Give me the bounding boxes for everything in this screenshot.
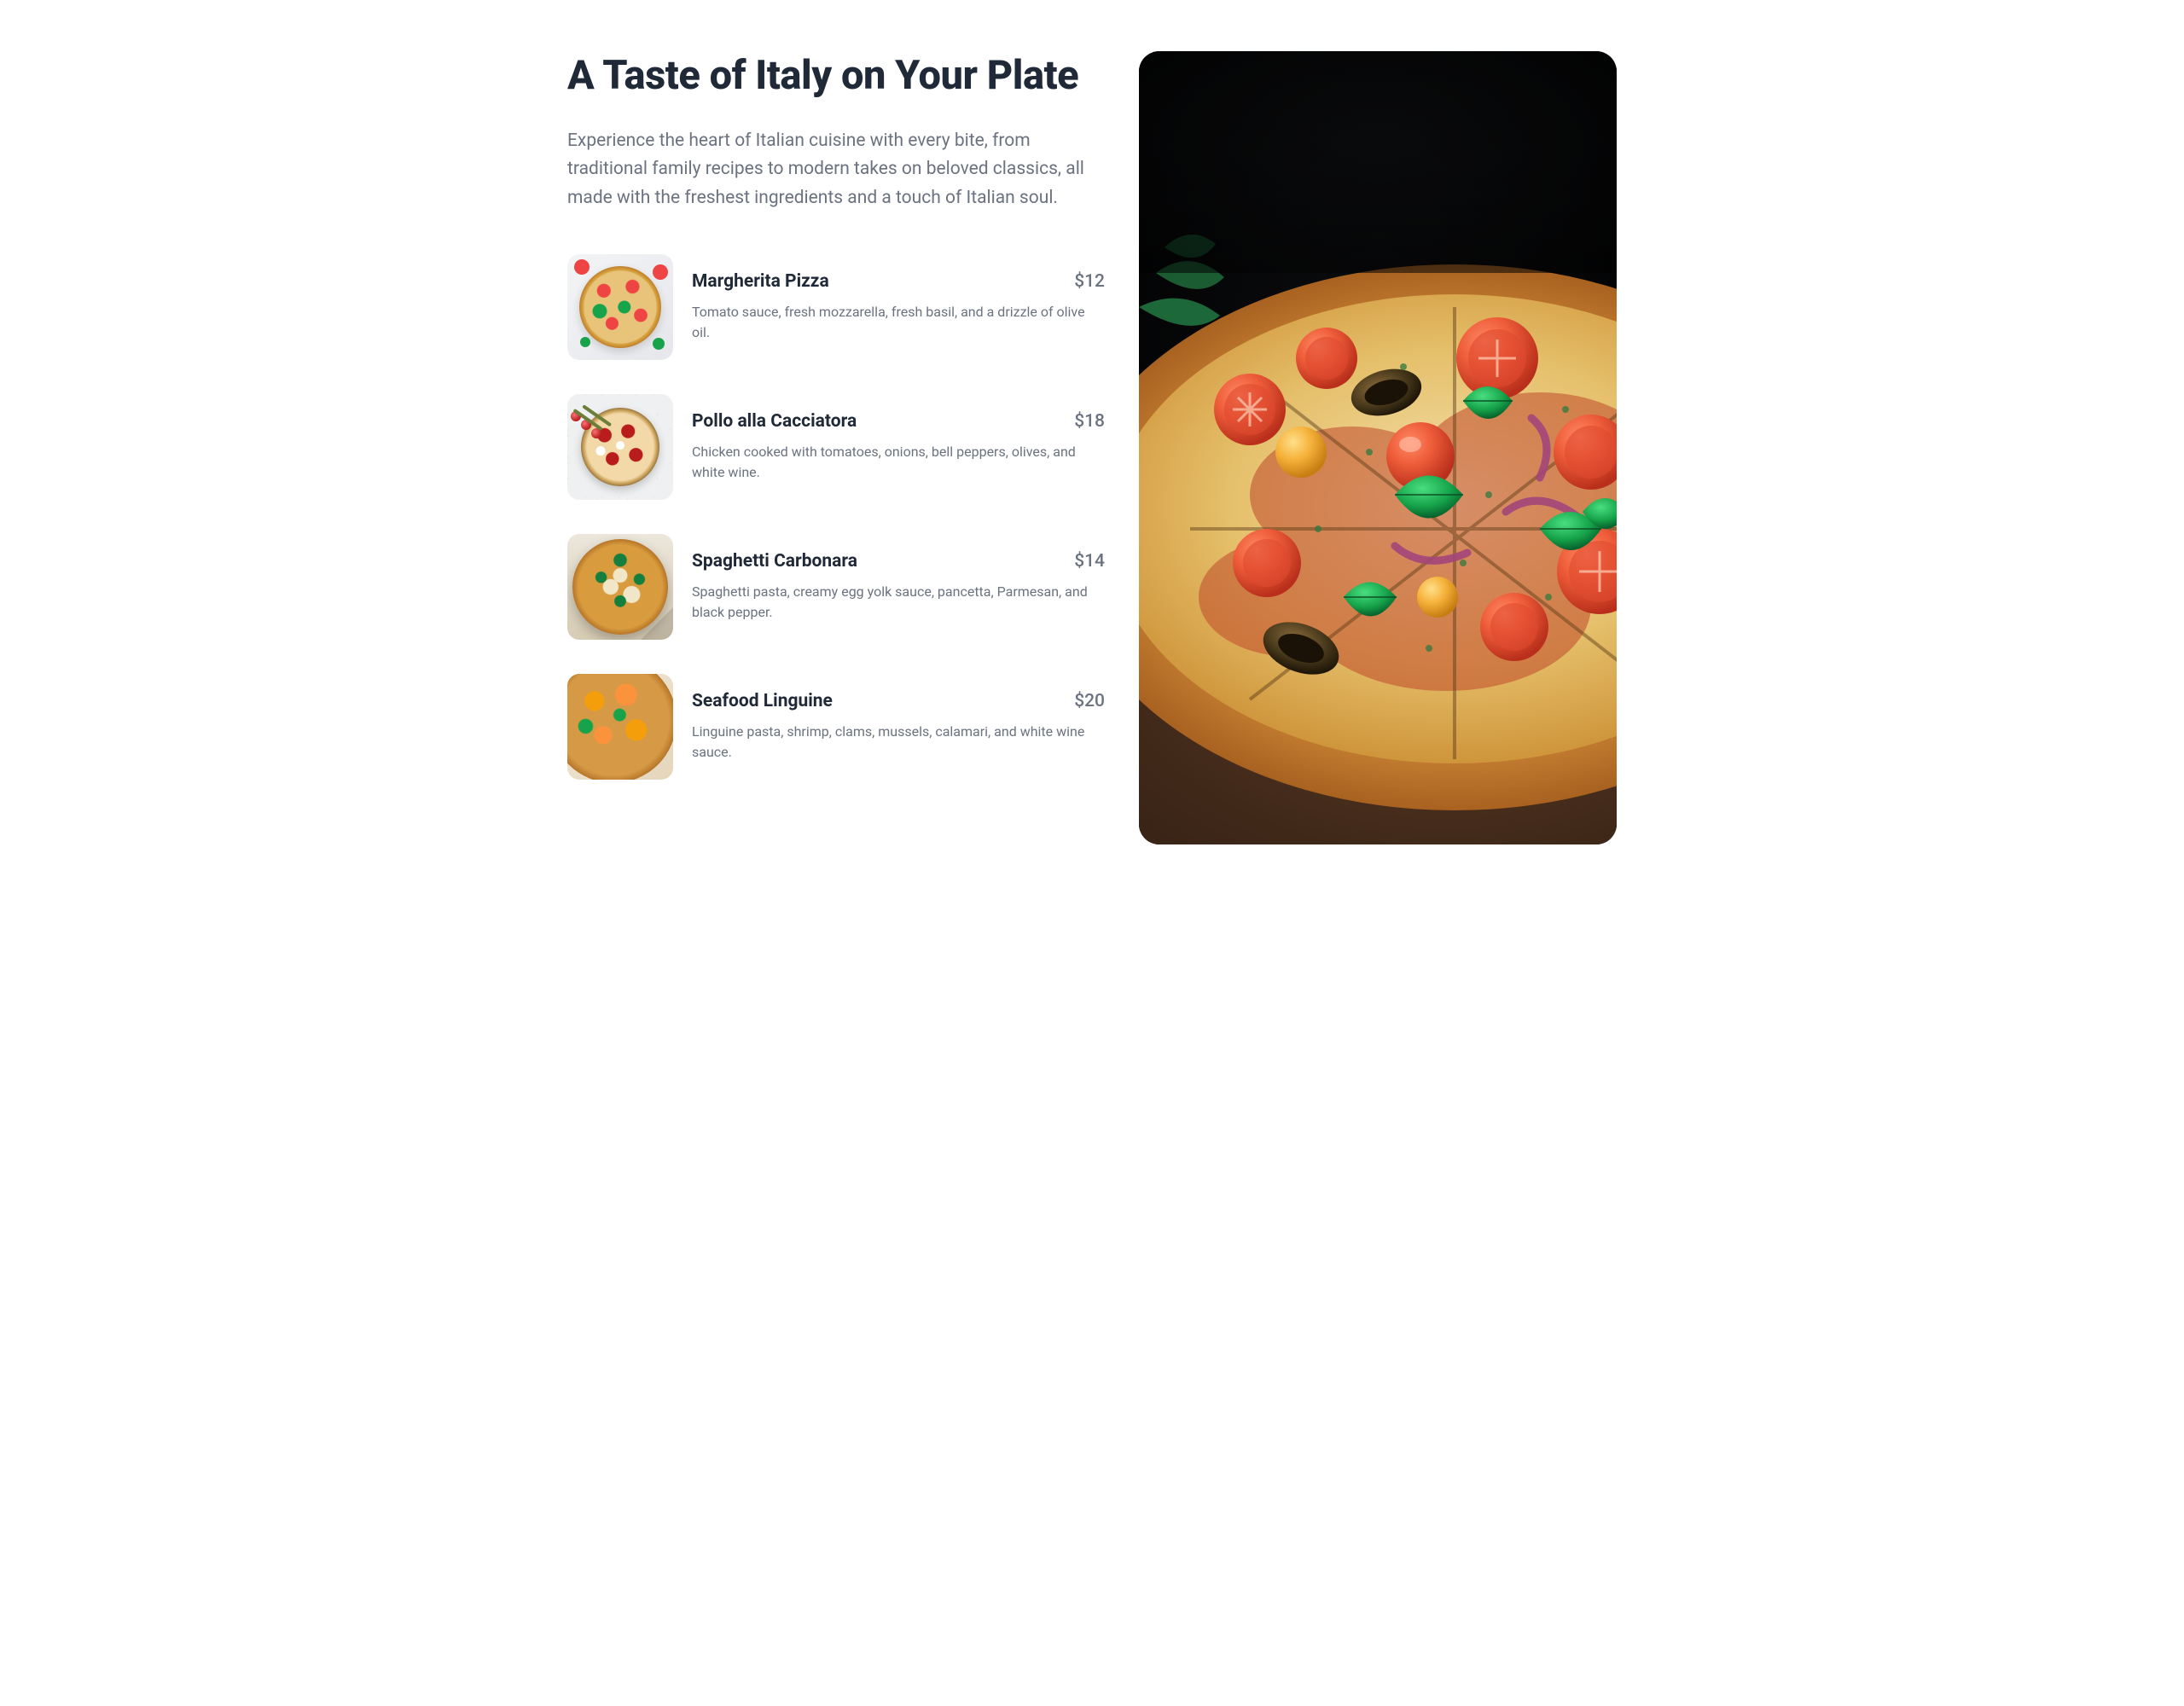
menu-item-header: Seafood Linguine $20 <box>692 691 1105 711</box>
hero-subtitle: Experience the heart of Italian cuisine … <box>567 127 1105 213</box>
dish-description: Spaghetti pasta, creamy egg yolk sauce, … <box>692 582 1105 623</box>
hero-title: A Taste of Italy on Your Plate <box>567 51 1105 102</box>
menu-item-body: Seafood Linguine $20 Linguine pasta, shr… <box>692 674 1105 763</box>
menu-item-body: Spaghetti Carbonara $14 Spaghetti pasta,… <box>692 534 1105 623</box>
menu-item-body: Pollo alla Cacciatora $18 Chicken cooked… <box>692 394 1105 483</box>
dish-price: $14 <box>1074 551 1105 572</box>
left-column: A Taste of Italy on Your Plate Experienc… <box>567 51 1105 844</box>
menu-list: Margherita Pizza $12 Tomato sauce, fresh… <box>567 254 1105 780</box>
menu-item-header: Spaghetti Carbonara $14 <box>692 551 1105 572</box>
menu-item-body: Margherita Pizza $12 Tomato sauce, fresh… <box>692 254 1105 343</box>
menu-item: Seafood Linguine $20 Linguine pasta, shr… <box>567 674 1105 780</box>
dish-name: Pollo alla Cacciatora <box>692 411 857 432</box>
dish-description: Linguine pasta, shrimp, clams, mussels, … <box>692 722 1105 763</box>
dish-thumbnail <box>567 674 673 780</box>
dish-name: Spaghetti Carbonara <box>692 551 857 572</box>
page-container: A Taste of Italy on Your Plate Experienc… <box>567 51 1617 844</box>
dish-name: Seafood Linguine <box>692 691 833 711</box>
menu-item: Pollo alla Cacciatora $18 Chicken cooked… <box>567 394 1105 500</box>
menu-item-header: Pollo alla Cacciatora $18 <box>692 411 1105 432</box>
dish-description: Tomato sauce, fresh mozzarella, fresh ba… <box>692 302 1105 343</box>
dish-price: $12 <box>1074 271 1105 292</box>
menu-item-header: Margherita Pizza $12 <box>692 271 1105 292</box>
right-column <box>1139 51 1617 844</box>
dish-price: $18 <box>1074 411 1105 432</box>
dish-thumbnail <box>567 394 673 500</box>
dish-name: Margherita Pizza <box>692 271 829 292</box>
dish-thumbnail <box>567 534 673 640</box>
menu-item: Margherita Pizza $12 Tomato sauce, fresh… <box>567 254 1105 360</box>
dish-price: $20 <box>1074 691 1105 711</box>
hero-image <box>1139 51 1617 844</box>
dish-description: Chicken cooked with tomatoes, onions, be… <box>692 442 1105 483</box>
menu-item: Spaghetti Carbonara $14 Spaghetti pasta,… <box>567 534 1105 640</box>
dish-thumbnail <box>567 254 673 360</box>
